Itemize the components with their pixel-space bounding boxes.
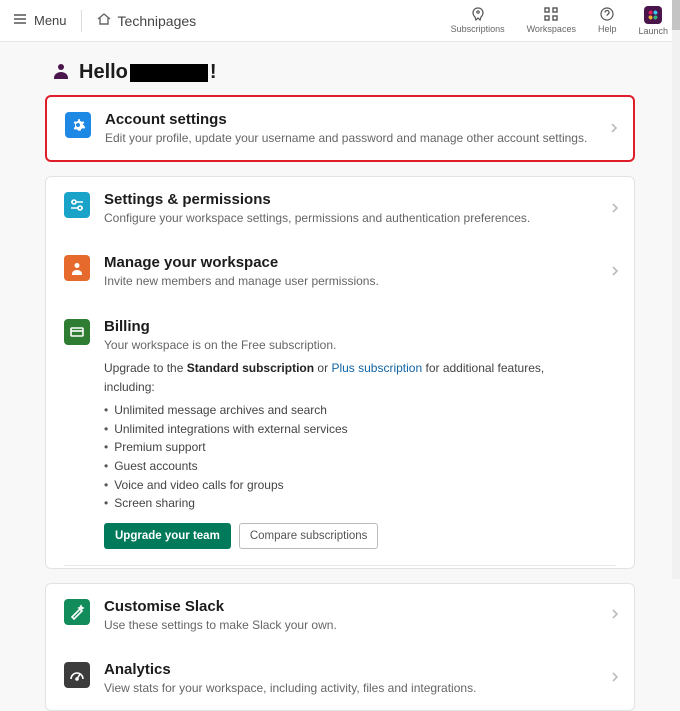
gauge-icon [64, 662, 90, 688]
extras-card: Customise Slack Use these settings to ma… [45, 583, 635, 711]
billing-bullets: Unlimited message archives and search Un… [104, 401, 592, 513]
magic-wand-icon [64, 599, 90, 625]
scrollbar[interactable] [672, 0, 680, 579]
bullet: Guest accounts [104, 457, 592, 476]
top-bar: Menu Technipages Subscriptions Workspace… [0, 0, 680, 42]
row-body: Settings & permissions Configure your wo… [104, 191, 616, 226]
row-title: Customise Slack [104, 598, 592, 616]
bullet: Unlimited integrations with external ser… [104, 420, 592, 439]
user-icon [51, 60, 71, 85]
row-title: Account settings [105, 111, 591, 129]
nav-workspaces[interactable]: Workspaces [527, 6, 576, 34]
row-sub: Use these settings to make Slack your ow… [104, 617, 592, 633]
row-sub: View stats for your workspace, including… [104, 680, 592, 696]
row-sub: Edit your profile, update your username … [105, 130, 591, 146]
menu-button[interactable]: Menu [12, 11, 67, 30]
brand-label: Technipages [118, 13, 197, 29]
nav-launch[interactable]: Launch [638, 6, 668, 36]
bullet: Unlimited message archives and search [104, 401, 592, 420]
upgrade-team-button[interactable]: Upgrade your team [104, 523, 231, 549]
hamburger-icon [12, 11, 28, 30]
bullet: Voice and video calls for groups [104, 476, 592, 495]
row-sub: Your workspace is on the Free subscripti… [104, 337, 592, 353]
row-body: Manage your workspace Invite new members… [104, 254, 616, 289]
row-title: Settings & permissions [104, 191, 592, 209]
row-title: Manage your workspace [104, 254, 592, 272]
nav-label: Help [598, 24, 617, 34]
home-icon [96, 11, 112, 30]
row-title: Billing [104, 318, 592, 336]
chevron-right-icon [610, 606, 620, 624]
chevron-right-icon [609, 120, 619, 138]
sliders-icon [64, 192, 90, 218]
grid-icon [543, 6, 559, 22]
separator [64, 565, 616, 566]
top-bar-right: Subscriptions Workspaces Help Launch [451, 6, 668, 36]
credit-card-icon [64, 319, 90, 345]
row-body: Customise Slack Use these settings to ma… [104, 598, 616, 633]
scrollbar-thumb[interactable] [672, 0, 680, 30]
nav-help[interactable]: Help [598, 6, 617, 34]
row-body: Account settings Edit your profile, upda… [105, 111, 615, 146]
nav-label: Launch [638, 26, 668, 36]
page-content: Hello ! Account settings Edit your profi… [45, 42, 635, 711]
billing-extra: Upgrade to the Standard subscription or … [104, 359, 592, 549]
t: or [314, 361, 331, 375]
t: Upgrade to the [104, 361, 187, 375]
nav-label: Subscriptions [451, 24, 505, 34]
menu-label: Menu [34, 13, 67, 28]
plus-sub-link[interactable]: Plus subscription [331, 361, 422, 375]
chevron-right-icon [610, 263, 620, 281]
billing-buttons: Upgrade your team Compare subscriptions [104, 523, 592, 549]
t: . [333, 338, 336, 352]
nav-label: Workspaces [527, 24, 576, 34]
customise-slack-row[interactable]: Customise Slack Use these settings to ma… [46, 584, 634, 647]
chevron-right-icon [610, 669, 620, 687]
manage-workspace-row[interactable]: Manage your workspace Invite new members… [46, 240, 634, 303]
top-bar-left: Menu Technipages [12, 10, 196, 32]
exclaim: ! [210, 61, 217, 84]
row-title: Analytics [104, 661, 592, 679]
rocket-icon [470, 6, 486, 22]
workspace-mgmt-card: Settings & permissions Configure your wo… [45, 176, 635, 569]
plan-name: Free subscription [241, 338, 333, 352]
analytics-row[interactable]: Analytics View stats for your workspace,… [46, 647, 634, 710]
bullet: Screen sharing [104, 494, 592, 513]
hello-text: Hello [79, 61, 128, 84]
greeting: Hello ! [45, 60, 635, 95]
redacted-name [130, 64, 208, 82]
row-body: Billing Your workspace is on the Free su… [104, 318, 616, 549]
standard-sub: Standard subscription [187, 361, 314, 375]
nav-subscriptions[interactable]: Subscriptions [451, 6, 505, 34]
billing-row: Billing Your workspace is on the Free su… [46, 304, 634, 563]
help-icon [599, 6, 615, 22]
divider [81, 10, 82, 32]
row-sub: Invite new members and manage user permi… [104, 273, 592, 289]
slack-icon [644, 6, 662, 24]
user-icon [64, 255, 90, 281]
account-settings-card: Account settings Edit your profile, upda… [45, 95, 635, 162]
bullet: Premium support [104, 438, 592, 457]
row-sub: Configure your workspace settings, permi… [104, 210, 592, 226]
chevron-right-icon [610, 200, 620, 218]
t: Your workspace is on the [104, 338, 241, 352]
gear-icon [65, 112, 91, 138]
compare-subs-button[interactable]: Compare subscriptions [239, 523, 379, 549]
greeting-heading: Hello ! [79, 61, 217, 84]
settings-permissions-row[interactable]: Settings & permissions Configure your wo… [46, 177, 634, 240]
row-body: Analytics View stats for your workspace,… [104, 661, 616, 696]
brand-link[interactable]: Technipages [96, 11, 197, 30]
account-settings-row[interactable]: Account settings Edit your profile, upda… [47, 97, 633, 160]
